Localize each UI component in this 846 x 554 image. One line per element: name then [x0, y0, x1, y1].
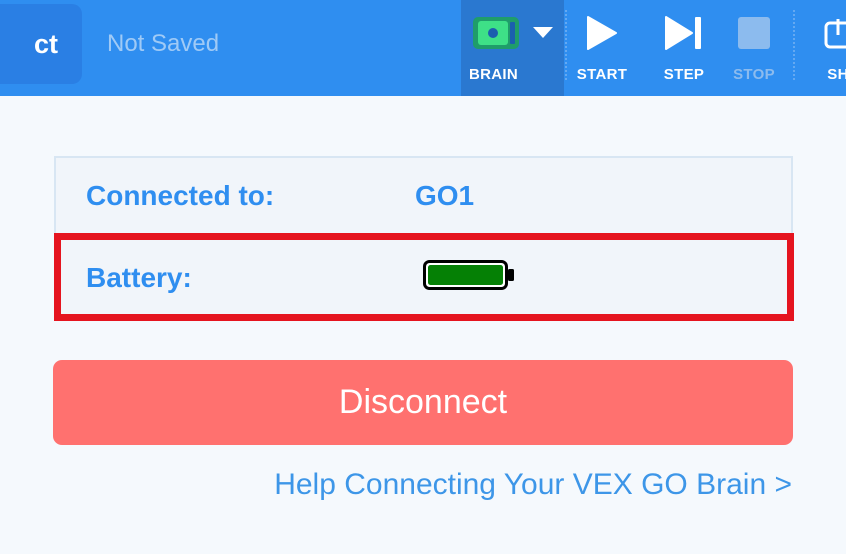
toolbar-divider: [565, 10, 567, 80]
connected-to-label: Connected to:: [86, 180, 275, 211]
step-label: STEP: [663, 66, 705, 83]
brain-button[interactable]: BRAIN: [461, 0, 564, 96]
project-button-label: ct: [33, 28, 58, 59]
stop-label: STOP: [733, 66, 775, 83]
help-connecting-link[interactable]: Help Connecting Your VEX GO Brain >: [274, 468, 792, 502]
toolbar-divider: [793, 10, 795, 80]
play-icon: [587, 16, 617, 50]
start-button[interactable]: START: [570, 0, 634, 96]
brain-label: BRAIN: [469, 66, 518, 83]
stop-button[interactable]: STOP: [722, 0, 786, 96]
step-button[interactable]: STEP: [652, 0, 716, 96]
share-label: SH: [827, 66, 846, 83]
step-icon: [665, 16, 701, 50]
brain-icon: [473, 17, 519, 49]
top-toolbar: ct Not Saved BRAIN START STEP STOP SH: [0, 0, 846, 96]
save-status: Not Saved: [107, 30, 220, 57]
disconnect-button[interactable]: Disconnect: [53, 360, 793, 445]
battery-icon: [423, 260, 514, 290]
share-button[interactable]: SH: [806, 0, 846, 96]
battery-fill: [428, 265, 503, 285]
start-label: START: [576, 66, 628, 83]
share-icon: [824, 19, 846, 49]
device-name: GO1: [415, 180, 475, 211]
disconnect-label: Disconnect: [338, 383, 508, 421]
chevron-down-icon[interactable]: [533, 27, 553, 39]
battery-label: Battery:: [86, 262, 192, 293]
project-button[interactable]: ct: [0, 4, 82, 84]
stop-icon: [738, 17, 770, 49]
